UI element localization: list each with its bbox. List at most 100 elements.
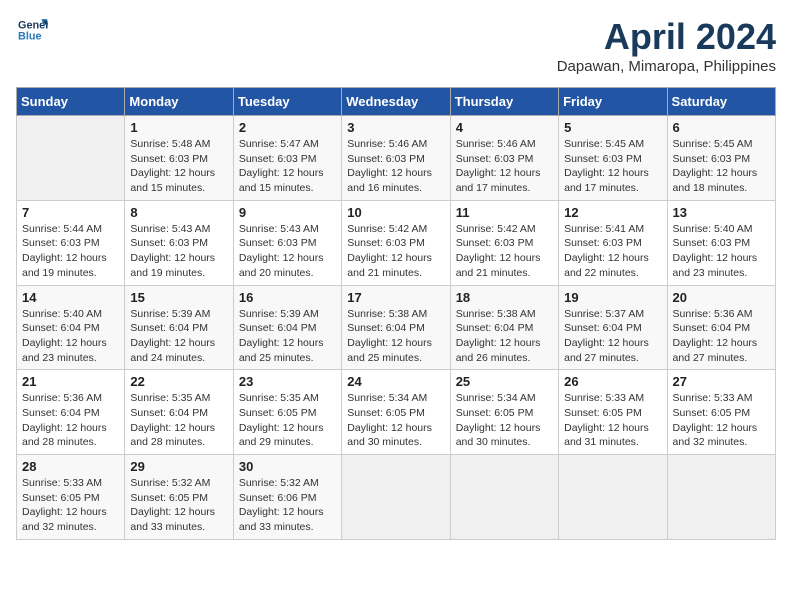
- calendar-cell: [450, 455, 558, 540]
- day-info: Sunrise: 5:35 AM Sunset: 6:04 PM Dayligh…: [130, 391, 227, 450]
- page-header: General Blue April 2024 Dapawan, Mimarop…: [16, 16, 776, 75]
- weekday-header: Friday: [559, 88, 667, 116]
- day-number: 21: [22, 374, 119, 389]
- day-number: 14: [22, 290, 119, 305]
- location: Dapawan, Mimaropa, Philippines: [557, 58, 776, 75]
- calendar-cell: [667, 455, 775, 540]
- day-number: 15: [130, 290, 227, 305]
- calendar-cell: 16 Sunrise: 5:39 AM Sunset: 6:04 PM Dayli…: [233, 285, 341, 370]
- weekday-header: Sunday: [17, 88, 125, 116]
- day-info: Sunrise: 5:38 AM Sunset: 6:04 PM Dayligh…: [456, 307, 553, 366]
- calendar-cell: 4 Sunrise: 5:46 AM Sunset: 6:03 PM Daylig…: [450, 116, 558, 201]
- calendar-cell: [17, 116, 125, 201]
- day-number: 13: [673, 205, 770, 220]
- weekday-header: Tuesday: [233, 88, 341, 116]
- calendar-cell: 24Sunrise: 5:34 AM Sunset: 6:05 PM Dayli…: [342, 370, 450, 455]
- day-info: Sunrise: 5:38 AM Sunset: 6:04 PM Dayligh…: [347, 307, 444, 366]
- day-info: Sunrise: 5:32 AM Sunset: 6:05 PM Dayligh…: [130, 476, 227, 535]
- svg-text:Blue: Blue: [18, 30, 42, 42]
- calendar-cell: 18 Sunrise: 5:38 AM Sunset: 6:04 PM Dayli…: [450, 285, 558, 370]
- calendar-cell: 19 Sunrise: 5:37 AM Sunset: 6:04 PM Dayli…: [559, 285, 667, 370]
- calendar-cell: 23 Sunrise: 5:35 AM Sunset: 6:05 PM Dayli…: [233, 370, 341, 455]
- calendar-cell: 1 Sunrise: 5:48 AM Sunset: 6:03 PM Daylig…: [125, 116, 233, 201]
- day-info: Sunrise: 5:34 AM Sunset: 6:05 PM Dayligh…: [347, 391, 444, 450]
- day-info: Sunrise: 5:40 AM Sunset: 6:04 PM Dayligh…: [22, 307, 119, 366]
- day-info: Sunrise: 5:37 AM Sunset: 6:04 PM Dayligh…: [564, 307, 661, 366]
- day-info: Sunrise: 5:46 AM Sunset: 6:03 PM Dayligh…: [347, 137, 444, 196]
- calendar-cell: 25Sunrise: 5:34 AM Sunset: 6:05 PM Dayli…: [450, 370, 558, 455]
- calendar-body: 1 Sunrise: 5:48 AM Sunset: 6:03 PM Daylig…: [17, 116, 776, 540]
- day-info: Sunrise: 5:43 AM Sunset: 6:03 PM Dayligh…: [239, 222, 336, 281]
- calendar-cell: 13 Sunrise: 5:40 AM Sunset: 6:03 PM Dayli…: [667, 200, 775, 285]
- calendar-cell: 20 Sunrise: 5:36 AM Sunset: 6:04 PM Dayli…: [667, 285, 775, 370]
- day-number: 1: [130, 120, 227, 135]
- day-info: Sunrise: 5:45 AM Sunset: 6:03 PM Dayligh…: [564, 137, 661, 196]
- day-info: Sunrise: 5:32 AM Sunset: 6:06 PM Dayligh…: [239, 476, 336, 535]
- calendar-header-row: SundayMondayTuesdayWednesdayThursdayFrid…: [17, 88, 776, 116]
- day-number: 10: [347, 205, 444, 220]
- day-info: Sunrise: 5:48 AM Sunset: 6:03 PM Dayligh…: [130, 137, 227, 196]
- logo: General Blue: [16, 16, 48, 44]
- day-info: Sunrise: 5:42 AM Sunset: 6:03 PM Dayligh…: [347, 222, 444, 281]
- day-number: 23: [239, 374, 336, 389]
- calendar-cell: 3Sunrise: 5:46 AM Sunset: 6:03 PM Daylig…: [342, 116, 450, 201]
- calendar-cell: [342, 455, 450, 540]
- day-number: 12: [564, 205, 661, 220]
- calendar-cell: 29Sunrise: 5:32 AM Sunset: 6:05 PM Dayli…: [125, 455, 233, 540]
- day-info: Sunrise: 5:39 AM Sunset: 6:04 PM Dayligh…: [239, 307, 336, 366]
- day-info: Sunrise: 5:47 AM Sunset: 6:03 PM Dayligh…: [239, 137, 336, 196]
- day-number: 6: [673, 120, 770, 135]
- calendar-cell: 28Sunrise: 5:33 AM Sunset: 6:05 PM Dayli…: [17, 455, 125, 540]
- calendar-cell: 14 Sunrise: 5:40 AM Sunset: 6:04 PM Dayli…: [17, 285, 125, 370]
- day-info: Sunrise: 5:40 AM Sunset: 6:03 PM Dayligh…: [673, 222, 770, 281]
- day-number: 17: [347, 290, 444, 305]
- calendar-cell: 5 Sunrise: 5:45 AM Sunset: 6:03 PM Daylig…: [559, 116, 667, 201]
- calendar-cell: 27Sunrise: 5:33 AM Sunset: 6:05 PM Dayli…: [667, 370, 775, 455]
- day-number: 5: [564, 120, 661, 135]
- logo-icon: General Blue: [16, 16, 48, 44]
- day-info: Sunrise: 5:41 AM Sunset: 6:03 PM Dayligh…: [564, 222, 661, 281]
- day-info: Sunrise: 5:44 AM Sunset: 6:03 PM Dayligh…: [22, 222, 119, 281]
- month-title: April 2024: [557, 16, 776, 58]
- day-number: 4: [456, 120, 553, 135]
- day-info: Sunrise: 5:45 AM Sunset: 6:03 PM Dayligh…: [673, 137, 770, 196]
- day-info: Sunrise: 5:43 AM Sunset: 6:03 PM Dayligh…: [130, 222, 227, 281]
- day-number: 22: [130, 374, 227, 389]
- weekday-header: Saturday: [667, 88, 775, 116]
- day-number: 20: [673, 290, 770, 305]
- day-info: Sunrise: 5:33 AM Sunset: 6:05 PM Dayligh…: [673, 391, 770, 450]
- day-info: Sunrise: 5:42 AM Sunset: 6:03 PM Dayligh…: [456, 222, 553, 281]
- weekday-header: Wednesday: [342, 88, 450, 116]
- day-number: 16: [239, 290, 336, 305]
- weekday-header: Thursday: [450, 88, 558, 116]
- calendar-cell: 8Sunrise: 5:43 AM Sunset: 6:03 PM Daylig…: [125, 200, 233, 285]
- calendar-cell: 22 Sunrise: 5:35 AM Sunset: 6:04 PM Dayli…: [125, 370, 233, 455]
- calendar-week-row: 7 Sunrise: 5:44 AM Sunset: 6:03 PM Daylig…: [17, 200, 776, 285]
- calendar-cell: 10 Sunrise: 5:42 AM Sunset: 6:03 PM Dayli…: [342, 200, 450, 285]
- day-number: 18: [456, 290, 553, 305]
- day-info: Sunrise: 5:46 AM Sunset: 6:03 PM Dayligh…: [456, 137, 553, 196]
- calendar-cell: [559, 455, 667, 540]
- calendar-cell: 26 Sunrise: 5:33 AM Sunset: 6:05 PM Dayli…: [559, 370, 667, 455]
- day-number: 7: [22, 205, 119, 220]
- calendar-cell: 12 Sunrise: 5:41 AM Sunset: 6:03 PM Dayli…: [559, 200, 667, 285]
- weekday-header: Monday: [125, 88, 233, 116]
- calendar-cell: 7 Sunrise: 5:44 AM Sunset: 6:03 PM Daylig…: [17, 200, 125, 285]
- day-info: Sunrise: 5:39 AM Sunset: 6:04 PM Dayligh…: [130, 307, 227, 366]
- calendar-week-row: 28Sunrise: 5:33 AM Sunset: 6:05 PM Dayli…: [17, 455, 776, 540]
- day-number: 19: [564, 290, 661, 305]
- calendar-cell: 6 Sunrise: 5:45 AM Sunset: 6:03 PM Daylig…: [667, 116, 775, 201]
- day-info: Sunrise: 5:35 AM Sunset: 6:05 PM Dayligh…: [239, 391, 336, 450]
- day-number: 25: [456, 374, 553, 389]
- day-number: 11: [456, 205, 553, 220]
- calendar-cell: 11 Sunrise: 5:42 AM Sunset: 6:03 PM Dayli…: [450, 200, 558, 285]
- day-info: Sunrise: 5:33 AM Sunset: 6:05 PM Dayligh…: [564, 391, 661, 450]
- calendar-cell: 15 Sunrise: 5:39 AM Sunset: 6:04 PM Dayli…: [125, 285, 233, 370]
- calendar-cell: 21Sunrise: 5:36 AM Sunset: 6:04 PM Dayli…: [17, 370, 125, 455]
- day-number: 26: [564, 374, 661, 389]
- day-info: Sunrise: 5:36 AM Sunset: 6:04 PM Dayligh…: [673, 307, 770, 366]
- calendar-week-row: 21Sunrise: 5:36 AM Sunset: 6:04 PM Dayli…: [17, 370, 776, 455]
- calendar-week-row: 14 Sunrise: 5:40 AM Sunset: 6:04 PM Dayli…: [17, 285, 776, 370]
- day-info: Sunrise: 5:33 AM Sunset: 6:05 PM Dayligh…: [22, 476, 119, 535]
- day-number: 9: [239, 205, 336, 220]
